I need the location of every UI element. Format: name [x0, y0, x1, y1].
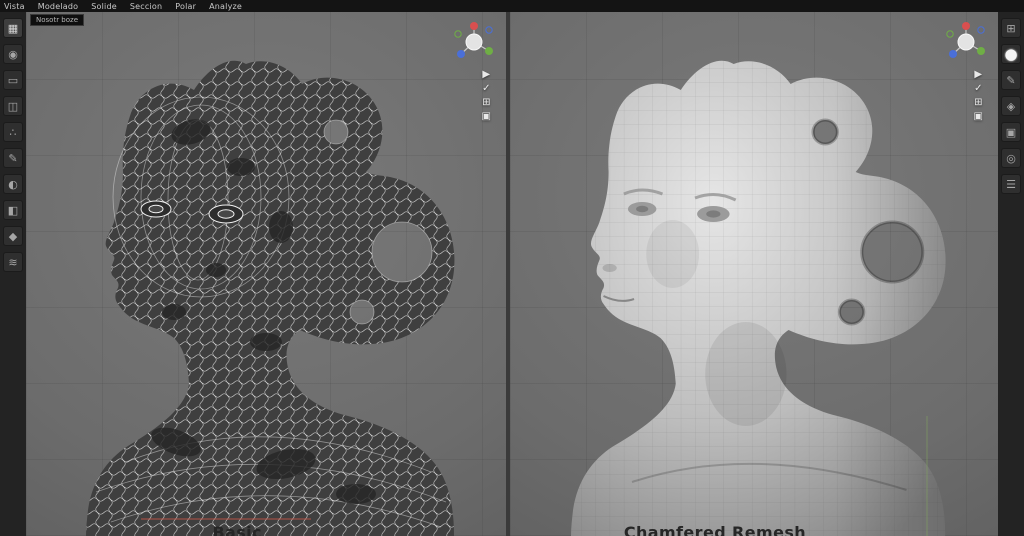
z-axis-handle[interactable]	[949, 50, 957, 58]
crease-icon: ◆	[8, 229, 18, 243]
confirm-icon[interactable]: ✓	[482, 84, 490, 94]
cursor-icon[interactable]: ▶	[974, 70, 982, 80]
select-icon: ▦	[7, 21, 19, 35]
viewport-overlay-icons-right: ▶ ✓ ⊞ ▣	[974, 70, 983, 122]
menu-item-modelado[interactable]: Modelado	[38, 2, 79, 11]
sphere-icon: ◐	[8, 177, 18, 191]
flatten-icon: ◧	[7, 203, 19, 217]
confirm-icon[interactable]: ✓	[974, 84, 982, 94]
wireframe-bust-model[interactable]	[26, 12, 506, 536]
viewport-overlay-icons: ▶ ✓ ⊞ ▣	[482, 70, 491, 122]
gizmo-ball[interactable]	[957, 33, 975, 51]
maximize-button[interactable]: ⊞	[1001, 18, 1021, 38]
y-axis-handle[interactable]	[485, 47, 493, 55]
z-neg-handle[interactable]	[977, 26, 985, 34]
draw-button[interactable]: ✎	[1001, 70, 1021, 90]
viewport-shaded[interactable]: ▶ ✓ ⊞ ▣ Chamfered Remesh	[510, 12, 998, 536]
y-neg-handle[interactable]	[454, 30, 462, 38]
y-neg-handle[interactable]	[946, 30, 954, 38]
z-neg-handle[interactable]	[485, 26, 493, 34]
draw-icon: ✎	[8, 151, 18, 165]
shaded-bust-model[interactable]	[510, 12, 998, 536]
tool-flatten-button[interactable]: ◧	[3, 200, 23, 220]
viewport-wireframe[interactable]: Nosotr boze ▶ ✓ ⊞ ▣ Basic	[26, 12, 506, 536]
tool-draw-button[interactable]: ✎	[3, 148, 23, 168]
tool-shelf-right: ⊞ ● ✎ ◈ ▣ ◎ ☰	[998, 12, 1024, 536]
cube-icon: ▣	[1005, 125, 1017, 139]
camera-icon[interactable]: ▣	[482, 112, 491, 122]
tool-dots-button[interactable]: ∴	[3, 122, 23, 142]
nav-gizmo[interactable]	[452, 18, 496, 66]
viewport-caption-right: Chamfered Remesh	[623, 525, 807, 536]
dots-icon: ∴	[9, 125, 17, 139]
menu-item-seccion[interactable]: Seccion	[130, 2, 162, 11]
application-window: Vista Modelado Solide Seccion Polar Anal…	[0, 0, 1024, 536]
cube-button[interactable]: ▣	[1001, 122, 1021, 142]
menu-bar: Vista Modelado Solide Seccion Polar Anal…	[0, 0, 1024, 12]
snap-icon: ◈	[1006, 99, 1016, 113]
menu-item-vista[interactable]: Vista	[4, 2, 25, 11]
active-tool-label: Nosotr boze	[30, 14, 85, 26]
zoom-icon[interactable]: ⊞	[974, 98, 982, 108]
x-axis-handle[interactable]	[962, 22, 970, 30]
gizmo-ball[interactable]	[465, 33, 483, 51]
y-axis-line	[926, 416, 928, 536]
menu-item-solide[interactable]: Solide	[91, 2, 117, 11]
x-axis-line	[141, 518, 311, 520]
menu-button[interactable]: ☰	[1001, 174, 1021, 194]
transform-icon: ◉	[8, 47, 18, 61]
matcap-sphere-icon: ●	[1004, 45, 1018, 63]
cursor-icon[interactable]: ▶	[482, 70, 490, 80]
clay-strips-icon: ◫	[7, 99, 19, 113]
workspace: ▦ ◉ ▭ ◫ ∴ ✎ ◐ ◧ ◆ ≋ Nosotr boze ▶ ✓ ⊞ ▣ …	[0, 12, 1024, 536]
tool-clay-button[interactable]: ▭	[3, 70, 23, 90]
maximize-icon: ⊞	[1006, 21, 1016, 35]
z-axis-handle[interactable]	[457, 50, 465, 58]
menu-icon: ☰	[1006, 177, 1016, 191]
tool-select-button[interactable]: ▦	[3, 18, 23, 38]
tool-claystrips-button[interactable]: ◫	[3, 96, 23, 116]
x-axis-handle[interactable]	[470, 22, 478, 30]
tool-crease-button[interactable]: ◆	[3, 226, 23, 246]
target-button[interactable]: ◎	[1001, 148, 1021, 168]
menu-item-polar[interactable]: Polar	[175, 2, 196, 11]
viewport-caption-left: Basic	[212, 525, 262, 536]
tool-transform-button[interactable]: ◉	[3, 44, 23, 64]
tool-shelf-left: ▦ ◉ ▭ ◫ ∴ ✎ ◐ ◧ ◆ ≋	[0, 12, 26, 536]
nav-gizmo-right[interactable]	[944, 18, 988, 66]
zoom-icon[interactable]: ⊞	[482, 98, 490, 108]
matcap-button[interactable]: ●	[1001, 44, 1021, 64]
camera-icon[interactable]: ▣	[974, 112, 983, 122]
target-icon: ◎	[1006, 151, 1016, 165]
tool-smooth-button[interactable]: ≋	[3, 252, 23, 272]
y-axis-handle[interactable]	[977, 47, 985, 55]
tool-sphere-button[interactable]: ◐	[3, 174, 23, 194]
clay-icon: ▭	[7, 73, 19, 87]
draw-icon: ✎	[1006, 73, 1016, 87]
snap-button[interactable]: ◈	[1001, 96, 1021, 116]
menu-item-analyze[interactable]: Analyze	[209, 2, 242, 11]
smooth-icon: ≋	[8, 255, 18, 269]
